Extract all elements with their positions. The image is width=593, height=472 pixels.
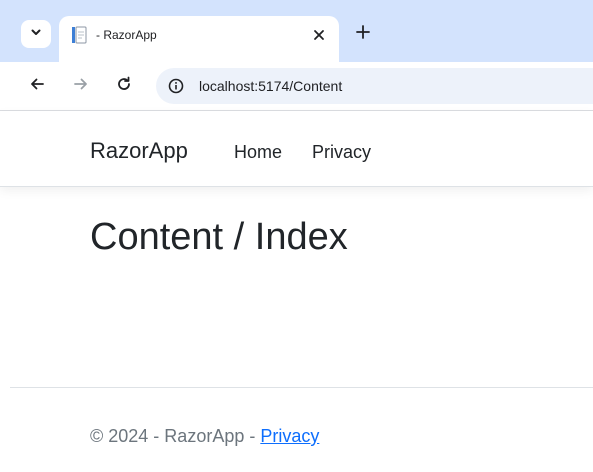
footer: © 2024 - RazorApp - Privacy <box>90 425 319 447</box>
arrow-left-icon <box>29 76 45 97</box>
site-navbar: RazorApp Home Privacy <box>0 111 593 187</box>
forward-button[interactable] <box>69 74 93 98</box>
info-icon[interactable] <box>164 74 188 98</box>
plus-icon <box>356 24 370 44</box>
address-url[interactable]: localhost:5174/Content <box>199 77 342 95</box>
browser-toolbar: localhost:5174/Content <box>0 62 593 110</box>
tab-search-button[interactable] <box>21 20 51 48</box>
close-icon[interactable] <box>310 26 328 44</box>
footer-copyright: © 2024 - RazorApp - <box>90 426 261 446</box>
page-title: Content / Index <box>90 216 348 258</box>
navbar-brand[interactable]: RazorApp <box>90 138 188 164</box>
browser-tab[interactable]: - RazorApp <box>59 16 339 62</box>
chevron-down-icon <box>30 25 42 43</box>
footer-privacy-link[interactable]: Privacy <box>260 426 319 446</box>
tab-title: - RazorApp <box>96 28 157 42</box>
document-page-icon <box>70 26 88 44</box>
back-button[interactable] <box>25 74 49 98</box>
reload-button[interactable] <box>112 74 136 98</box>
footer-divider <box>10 387 593 388</box>
arrow-right-icon <box>73 76 89 97</box>
nav-link-home[interactable]: Home <box>234 141 282 163</box>
reload-icon <box>116 76 132 97</box>
address-bar[interactable]: localhost:5174/Content <box>156 68 593 104</box>
browser-tab-strip: - RazorApp <box>0 0 593 62</box>
nav-link-privacy[interactable]: Privacy <box>312 141 371 163</box>
new-tab-button[interactable] <box>351 22 375 46</box>
